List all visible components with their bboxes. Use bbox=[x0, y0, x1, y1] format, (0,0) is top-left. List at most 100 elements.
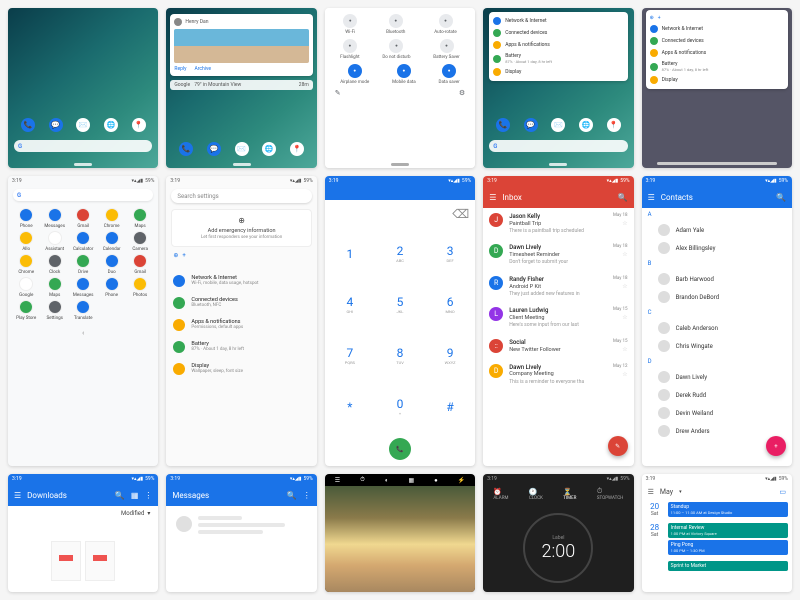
settings-row[interactable]: Display bbox=[493, 66, 623, 78]
app-icon[interactable]: Gmail bbox=[69, 208, 97, 229]
mail-item[interactable]: RRandy FisherAndroid P KitThey just adde… bbox=[483, 271, 633, 302]
maps-icon[interactable]: 📍 bbox=[607, 118, 621, 132]
app-icon[interactable]: Translate bbox=[69, 300, 97, 321]
app-icon[interactable]: Maps bbox=[126, 208, 154, 229]
edit-icon[interactable]: ✎ bbox=[335, 89, 341, 97]
download-item[interactable] bbox=[51, 541, 81, 581]
menu-icon[interactable]: ☰ bbox=[335, 477, 340, 484]
star-icon[interactable]: ☆ bbox=[622, 283, 627, 290]
app-icon[interactable]: Calculator bbox=[69, 231, 97, 252]
gmail-icon[interactable]: ✉️ bbox=[235, 142, 249, 156]
dialpad-key[interactable]: 2ABC bbox=[375, 228, 425, 279]
contact-item[interactable]: Dawn Lively bbox=[642, 368, 792, 386]
settings-row[interactable]: Battery87% · About 1 day, 8 hr left bbox=[650, 59, 784, 74]
contact-item[interactable]: Brandon DeBord bbox=[642, 288, 792, 306]
backspace-icon[interactable]: ⌫ bbox=[452, 207, 469, 221]
clock-tab[interactable]: ⏰ALARM bbox=[493, 488, 508, 501]
app-icon[interactable]: Google bbox=[12, 277, 40, 298]
reply-button[interactable]: Reply bbox=[174, 66, 186, 72]
phone-icon[interactable]: 📞 bbox=[21, 118, 35, 132]
today-icon[interactable]: ▭ bbox=[779, 488, 786, 496]
chrome-icon[interactable]: 🌐 bbox=[579, 118, 593, 132]
messages-icon[interactable]: 💬 bbox=[207, 142, 221, 156]
add-icon[interactable]: + bbox=[658, 15, 661, 21]
app-icon[interactable]: Calendar bbox=[97, 231, 125, 252]
app-icon[interactable]: Phone bbox=[97, 277, 125, 298]
qs-tile[interactable]: ●Bluetooth bbox=[386, 14, 405, 35]
dialpad-key[interactable]: 8TUV bbox=[375, 330, 425, 381]
sort-dropdown[interactable]: Modified▾ bbox=[8, 506, 158, 521]
call-button[interactable]: 📞 bbox=[389, 438, 411, 460]
contact-item[interactable]: Devin Weiland bbox=[642, 404, 792, 422]
maps-icon[interactable]: 📍 bbox=[290, 142, 304, 156]
menu-icon[interactable]: ☰ bbox=[648, 488, 654, 496]
qs-tile[interactable]: ●Flashlight bbox=[340, 39, 360, 60]
settings-row[interactable]: Apps & notifications bbox=[493, 39, 623, 51]
star-icon[interactable]: ☆ bbox=[622, 346, 627, 353]
camera-viewfinder[interactable] bbox=[325, 486, 475, 592]
app-icon[interactable]: Drive bbox=[69, 254, 97, 275]
contact-item[interactable]: Caleb Anderson bbox=[642, 319, 792, 337]
google-search-bar[interactable]: G bbox=[14, 140, 152, 152]
phone-icon[interactable]: 📞 bbox=[496, 118, 510, 132]
app-icon[interactable]: Allo bbox=[12, 231, 40, 252]
app-icon[interactable]: Chrome bbox=[97, 208, 125, 229]
qs-tile[interactable]: ●Auto-rotate bbox=[434, 14, 456, 35]
nav-pill[interactable] bbox=[233, 163, 251, 166]
timer-icon[interactable]: ⏱ bbox=[360, 476, 365, 484]
google-search-bar[interactable]: G bbox=[489, 140, 627, 152]
settings-row[interactable]: Network & Internet bbox=[493, 15, 623, 27]
settings-search-input[interactable]: Search settings bbox=[171, 189, 311, 203]
settings-overlay[interactable]: ⊕+ Network & InternetConnected devicesAp… bbox=[646, 10, 788, 89]
qs-tile[interactable]: ●Do not disturb bbox=[382, 39, 410, 60]
messages-icon[interactable]: 💬 bbox=[524, 118, 538, 132]
settings-item[interactable]: Network & InternetWi-Fi, mobile, data us… bbox=[171, 270, 311, 292]
star-icon[interactable]: ☆ bbox=[622, 251, 627, 258]
qs-tile[interactable]: ●Mobile data bbox=[392, 64, 416, 85]
calendar-event[interactable]: Ping Pong1:00 PM – 1:30 PM bbox=[668, 540, 788, 555]
settings-item[interactable]: DisplayWallpaper, sleep, font size bbox=[171, 358, 311, 380]
hdr-icon[interactable]: ◐ bbox=[385, 477, 389, 484]
star-icon[interactable]: ☆ bbox=[622, 371, 627, 378]
mail-item[interactable]: DDawn LivelyCompany MeetingThis is a rem… bbox=[483, 359, 633, 390]
dialpad-key[interactable]: 3DEF bbox=[425, 228, 475, 279]
qs-tile[interactable]: ●Airplane mode bbox=[340, 64, 369, 85]
notification-card[interactable]: Henry Dan Reply Archive bbox=[170, 14, 312, 76]
overflow-icon[interactable]: ⋮ bbox=[144, 491, 152, 500]
qs-tile[interactable]: ●Wi-Fi bbox=[343, 14, 357, 35]
qs-tile[interactable]: ●Battery Saver bbox=[433, 39, 460, 60]
chrome-icon[interactable]: 🌐 bbox=[262, 142, 276, 156]
expand-icon[interactable]: ⊕ bbox=[650, 15, 654, 21]
menu-icon[interactable]: ☰ bbox=[648, 193, 655, 202]
overflow-icon[interactable]: ⋮ bbox=[303, 491, 311, 500]
star-icon[interactable]: ☆ bbox=[622, 314, 627, 321]
contact-item[interactable]: Chris Wingate bbox=[642, 337, 792, 355]
calendar-date[interactable]: 28Sat bbox=[646, 523, 664, 557]
search-icon[interactable]: 🔍 bbox=[776, 193, 786, 202]
app-icon[interactable]: Photos bbox=[126, 277, 154, 298]
dialpad-key[interactable]: # bbox=[425, 381, 475, 432]
add-icon[interactable]: + bbox=[182, 252, 185, 259]
calendar-date[interactable]: 20Sat bbox=[646, 502, 664, 519]
download-item[interactable] bbox=[85, 541, 115, 581]
dialpad-key[interactable]: 9WXYZ bbox=[425, 330, 475, 381]
settings-row[interactable]: Apps & notifications bbox=[650, 47, 784, 59]
archive-button[interactable]: Archive bbox=[195, 66, 212, 72]
contact-item[interactable]: Derek Rudd bbox=[642, 386, 792, 404]
app-icon[interactable]: Duo bbox=[97, 254, 125, 275]
flash-icon[interactable]: ⚡ bbox=[458, 477, 465, 484]
app-icon[interactable]: Maps bbox=[40, 277, 68, 298]
star-icon[interactable]: ☆ bbox=[622, 220, 627, 227]
settings-row[interactable]: Display bbox=[650, 74, 784, 86]
dialpad-key[interactable]: 5JKL bbox=[375, 279, 425, 330]
contact-item[interactable]: Adam Yale bbox=[642, 221, 792, 239]
app-icon[interactable]: Assistant bbox=[40, 231, 68, 252]
app-icon[interactable]: Camera bbox=[126, 231, 154, 252]
calendar-month[interactable]: May bbox=[660, 488, 673, 496]
settings-row[interactable]: Connected devices bbox=[493, 27, 623, 39]
menu-icon[interactable]: ☰ bbox=[489, 193, 496, 202]
settings-item[interactable]: Battery87% · About 1 day, 8 hr left bbox=[171, 336, 311, 358]
compose-fab[interactable]: ✎ bbox=[608, 436, 628, 456]
nav-pill[interactable] bbox=[74, 163, 92, 166]
gmail-icon[interactable]: ✉️ bbox=[551, 118, 565, 132]
